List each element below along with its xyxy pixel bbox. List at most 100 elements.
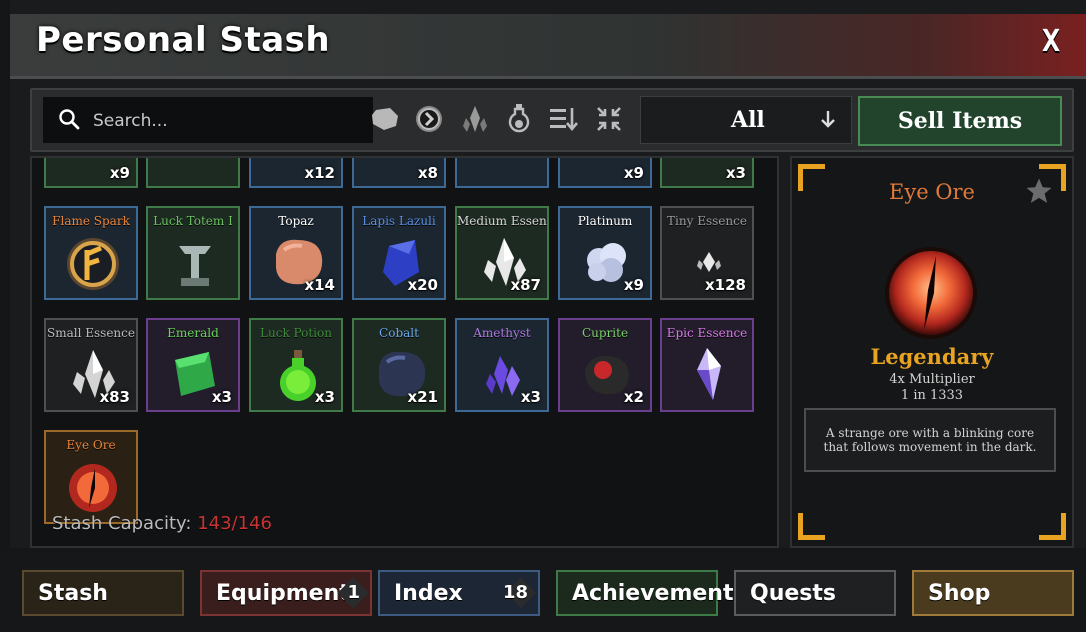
tab-label: Stash (38, 580, 108, 606)
close-button[interactable]: X (1042, 24, 1060, 59)
search-box[interactable] (42, 96, 374, 144)
item-count: x8 (417, 164, 438, 182)
item-name: Luck Potion (260, 326, 332, 340)
item-name: Platinum (577, 214, 633, 228)
item-count: x3 (520, 388, 541, 406)
item-slot[interactable]: x9 (558, 158, 652, 188)
window-title: Personal Stash (36, 20, 331, 60)
corner-bracket (1039, 513, 1066, 540)
multiplier-label: 4x Multiplier (889, 372, 975, 387)
item-name: Topaz (278, 214, 314, 228)
item-slot[interactable]: Tiny Essence x128 (660, 206, 754, 300)
stash-capacity: Stash Capacity: 143/146 (52, 513, 272, 534)
tab-stash[interactable]: Stash (22, 570, 184, 616)
tab-badge-count: 1 (347, 582, 360, 603)
item-slot[interactable]: Flame Spark (44, 206, 138, 300)
eye-ore-icon (885, 247, 977, 339)
inventory-grid: x9 x12 x8 x9 x3 Flame Spark Luck Totem I Topaz x… (30, 156, 779, 548)
favorite-star-icon[interactable] (1024, 176, 1054, 206)
sort-icon[interactable] (548, 104, 578, 134)
filter-dropdown-value: All (731, 107, 765, 133)
item-slot[interactable]: Eye Ore (44, 430, 138, 524)
sell-items-button[interactable]: Sell Items (858, 96, 1062, 146)
item-detail-panel: Eye Ore Legendary 4x Multiplier 1 in 133… (790, 156, 1074, 548)
tab-label: Achievements (572, 580, 747, 606)
item-slot[interactable]: Luck Totem I (146, 206, 240, 300)
search-icon (59, 109, 80, 130)
tab-equipments[interactable]: Equipments 1 (200, 570, 372, 616)
item-slot[interactable]: Amethyst x3 (455, 318, 549, 412)
item-slot[interactable]: Luck Potion x3 (249, 318, 343, 412)
item-slot[interactable]: Platinum x9 (558, 206, 652, 300)
item-name: Cobalt (379, 326, 419, 340)
item-name: Cuprite (581, 326, 629, 340)
tab-achievements[interactable]: Achievements (556, 570, 747, 616)
capacity-label: Stash Capacity: (52, 513, 192, 534)
item-slot[interactable]: x12 (249, 158, 343, 188)
item-count: x83 (99, 388, 130, 406)
item-name: Luck Totem I (153, 214, 233, 228)
luck-totem-i-icon (165, 232, 225, 292)
tab-quests[interactable]: Quests (734, 570, 896, 616)
item-count: x128 (705, 276, 746, 294)
item-slot[interactable]: Lapis Lazuli x20 (352, 206, 446, 300)
item-count: x21 (407, 388, 438, 406)
item-name: Lapis Lazuli (362, 214, 436, 228)
item-slot[interactable]: Emerald x3 (146, 318, 240, 412)
rarity-label: Legendary (870, 344, 994, 369)
item-count: x14 (304, 276, 335, 294)
item-name: Amethyst (473, 326, 531, 340)
tab-shop[interactable]: Shop (912, 570, 1074, 616)
corner-bracket (798, 513, 825, 540)
ore-filter-icon[interactable] (370, 104, 400, 134)
bottom-tab-bar: Stash Equipments 1 Index 18 Achievements Quest… (0, 552, 1086, 632)
item-count: x3 (314, 388, 335, 406)
item-slot[interactable] (146, 158, 240, 188)
item-slot[interactable]: Cobalt x21 (352, 318, 446, 412)
capacity-value: 143/146 (197, 513, 272, 534)
item-count: x20 (407, 276, 438, 294)
item-count: x3 (725, 164, 746, 182)
tab-label: Quests (750, 580, 836, 606)
chevron-down-icon (821, 111, 835, 128)
item-name: Epic Essence (666, 326, 748, 340)
odds-label: 1 in 1333 (900, 388, 964, 403)
item-slot[interactable]: x9 (44, 158, 138, 188)
potion-filter-icon[interactable] (504, 104, 534, 134)
item-slot[interactable] (455, 158, 549, 188)
tab-label: Shop (928, 580, 991, 606)
item-slot[interactable]: Cuprite x2 (558, 318, 652, 412)
item-count: x87 (510, 276, 541, 294)
coin-filter-icon[interactable] (414, 104, 444, 134)
flame-spark-icon (63, 232, 123, 292)
item-slot[interactable]: Epic Essence (660, 318, 754, 412)
toolbar: All Sell Items (30, 88, 1074, 152)
epic-essence-icon (679, 344, 739, 404)
item-slot[interactable]: Small Essence x83 (44, 318, 138, 412)
title-bar: Personal Stash X (10, 14, 1086, 79)
collapse-icon[interactable] (594, 104, 624, 134)
item-description: A strange ore with a blinking core that … (804, 408, 1056, 472)
search-input[interactable] (91, 105, 365, 137)
item-name: Small Essence (47, 326, 135, 340)
essence-filter-icon[interactable] (460, 104, 490, 134)
tab-index[interactable]: Index 18 (378, 570, 540, 616)
item-count: x3 (211, 388, 232, 406)
item-name: Medium Essence (457, 214, 547, 228)
eye-ore-icon (63, 456, 123, 516)
item-count: x12 (304, 164, 335, 182)
item-count: x9 (109, 164, 130, 182)
item-slot[interactable]: x3 (660, 158, 754, 188)
item-count: x2 (623, 388, 644, 406)
item-slot[interactable]: x8 (352, 158, 446, 188)
item-name: Eye Ore (66, 438, 116, 452)
item-count: x9 (623, 164, 644, 182)
filter-dropdown[interactable]: All (640, 96, 852, 144)
tab-badge-count: 18 (502, 582, 528, 603)
item-name: Tiny Essence (667, 214, 747, 228)
item-slot[interactable]: Topaz x14 (249, 206, 343, 300)
item-slot[interactable]: Medium Essence x87 (455, 206, 549, 300)
tab-label: Index (394, 580, 463, 606)
item-name: Emerald (167, 326, 219, 340)
item-count: x9 (623, 276, 644, 294)
